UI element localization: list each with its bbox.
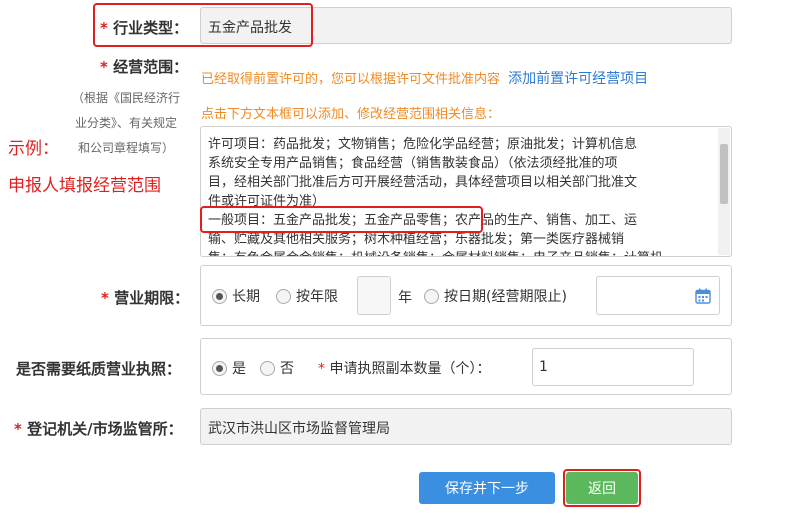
required-mark: * [14, 420, 22, 438]
required-mark: * [318, 361, 325, 377]
authority-label: * 登记机关/市场监管所： [14, 418, 183, 439]
authority-label-text: 登记机关/市场监管所： [27, 420, 183, 438]
scope-scrollbar[interactable] [718, 128, 730, 255]
save-next-button[interactable]: 保存并下一步 [419, 472, 555, 504]
scope-text-line: 售；有色金属合金销售；机械设备销售；金属材料销售；电子产品销售；计算机 [208, 249, 718, 256]
scope-scroll-thumb[interactable] [720, 144, 728, 204]
required-mark: * [100, 58, 108, 76]
term-option-date-label: 按日期(经营期限止) [444, 289, 567, 305]
scope-note-line: 和公司章程填写） [77, 141, 174, 155]
scope-text: 许可项目：药品批发；文物销售；危险化学品经营；原油批发；计算机信息 系统安全专用… [208, 135, 718, 256]
paper-option-no[interactable]: 否 [260, 358, 294, 378]
radio-icon[interactable] [424, 288, 439, 304]
copies-input[interactable]: 1 [532, 348, 694, 386]
copies-label: * 申请执照副本数量（个）： [318, 358, 490, 378]
term-option-long[interactable]: 长期 [212, 286, 260, 306]
industry-highlight-box [93, 3, 313, 47]
paper-option-yes-label: 是 [232, 361, 246, 377]
scope-note: （根据《国民经济行 业分类》、有关规定 和公司章程填写） [60, 86, 192, 161]
scope-text-line: 目，经相关部门批准后方可开展经营活动，具体经营项目以相关部门批准文 [208, 175, 638, 190]
term-label-text: 营业期限： [114, 289, 190, 307]
term-label: * 营业期限： [101, 287, 189, 308]
paper-license-label: 是否需要纸质营业执照： [16, 360, 182, 378]
paper-option-no-label: 否 [280, 361, 294, 377]
add-prelicense-link[interactable]: 添加前置许可经营项目 [508, 71, 648, 87]
example-label: 示例： [8, 139, 59, 159]
back-highlight-box [563, 469, 641, 507]
scope-note-line: （根据《国民经济行 [71, 91, 180, 105]
scope-text-line: 许可项目：药品批发；文物销售；危险化学品经营；原油批发；计算机信息 [208, 137, 638, 152]
scope-click-hint: 点击下方文本框可以添加、修改经营范围相关信息： [201, 107, 501, 122]
radio-checked-icon[interactable] [212, 288, 227, 304]
copies-value: 1 [539, 359, 548, 375]
scope-label-text: 经营范围： [113, 58, 189, 76]
scope-hint-text: 已经取得前置许可的，您可以根据许可文件批准内容 [201, 72, 501, 87]
scope-label: * 经营范围： [100, 56, 188, 77]
radio-checked-icon[interactable] [212, 360, 227, 376]
required-mark: * [101, 289, 109, 307]
scope-note-line: 业分类》、有关规定 [74, 116, 177, 130]
scope-hint: 已经取得前置许可的，您可以根据许可文件批准内容 添加前置许可经营项目 [201, 68, 648, 88]
scope-text-line: 系统安全专用产品销售；食品经营（销售散装食品）（依法须经批准的项 [208, 156, 618, 171]
term-years-input[interactable] [357, 276, 391, 315]
term-option-date[interactable]: 按日期(经营期限止) [424, 286, 567, 306]
term-date-input[interactable] [596, 276, 720, 315]
copies-label-text: 申请执照副本数量（个）： [329, 361, 491, 377]
authority-value: 武汉市洪山区市场监督管理局 [208, 421, 390, 437]
authority-field[interactable]: 武汉市洪山区市场监督管理局 [200, 408, 732, 445]
scope-textarea[interactable]: 许可项目：药品批发；文物销售；危险化学品经营；原油批发；计算机信息 系统安全专用… [200, 126, 732, 257]
term-option-year-label: 按年限 [296, 289, 338, 305]
calendar-icon[interactable] [695, 288, 711, 304]
radio-icon[interactable] [260, 360, 275, 376]
term-option-year[interactable]: 按年限 [276, 286, 338, 306]
example-desc: 申报人填报经营范围 [8, 176, 161, 196]
radio-icon[interactable] [276, 288, 291, 304]
term-year-unit: 年 [398, 290, 412, 306]
term-option-long-label: 长期 [232, 289, 260, 305]
paper-option-yes[interactable]: 是 [212, 358, 246, 378]
general-scope-highlight-box [200, 206, 483, 233]
